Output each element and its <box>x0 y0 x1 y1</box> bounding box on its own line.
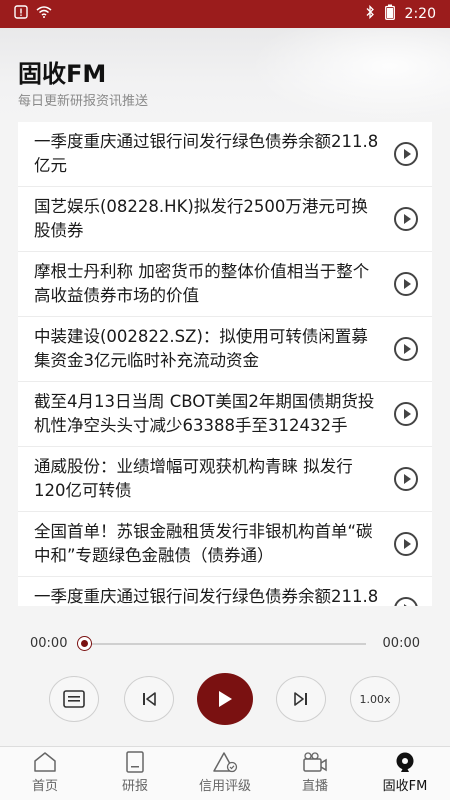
news-title: 截至4月13日当周 CBOT美国2年期国债期货投机性净空头头寸减少63388手至… <box>34 392 375 435</box>
radio-icon <box>396 752 414 772</box>
news-title: 国艺娱乐(08228.HK)拟发行2500万港元可换股债券 <box>34 197 368 240</box>
alert-icon <box>14 5 28 23</box>
next-button[interactable] <box>276 676 326 722</box>
camera-icon <box>303 752 327 772</box>
rating-icon <box>213 752 238 773</box>
news-title: 摩根士丹利称 加密货币的整体价值相当于整个高收益债券市场的价值 <box>34 262 370 305</box>
play-circle-icon[interactable] <box>394 272 418 296</box>
page-subtitle: 每日更新研报资讯推送 <box>18 94 149 109</box>
bottom-tab-bar: 首页 研报 信用评级 直播 固收FM <box>0 746 450 800</box>
news-title: 一季度重庆通过银行间发行绿色债券余额211.8亿元 <box>34 587 379 606</box>
play-circle-icon[interactable] <box>394 532 418 556</box>
news-item[interactable]: 通威股份：业绩增幅可观获机构青睐 拟发行120亿可转债 <box>18 447 432 512</box>
tab-live[interactable]: 直播 <box>270 747 360 800</box>
tab-fixed-income-fm[interactable]: 固收FM <box>360 747 450 800</box>
playback-speed-button[interactable]: 1.00x <box>350 676 400 722</box>
tab-home[interactable]: 首页 <box>0 747 90 800</box>
news-item[interactable]: 国艺娱乐(08228.HK)拟发行2500万港元可换股债券 <box>18 187 432 252</box>
play-button[interactable] <box>197 673 253 725</box>
tab-reports[interactable]: 研报 <box>90 747 180 800</box>
home-icon <box>34 752 56 772</box>
news-item[interactable]: 中装建设(002822.SZ)：拟使用可转债闲置募集资金3亿元临时补充流动资金 <box>18 317 432 382</box>
audio-player: 00:00 00:00 1.00x <box>0 606 450 746</box>
play-circle-icon[interactable] <box>394 402 418 426</box>
total-time: 00:00 <box>382 636 420 651</box>
skip-next-icon <box>294 692 307 706</box>
play-icon <box>219 691 232 707</box>
news-item[interactable]: 全国首单！苏银金融租赁发行非银机构首单“碳中和”专题绿色金融债（债券通） <box>18 512 432 577</box>
previous-button[interactable] <box>124 676 174 722</box>
tab-label: 直播 <box>301 779 328 794</box>
progress-thumb[interactable] <box>78 637 91 650</box>
clock: 2:20 <box>404 6 436 22</box>
news-title: 通威股份：业绩增幅可观获机构青睐 拟发行120亿可转债 <box>34 457 353 500</box>
playlist-icon <box>63 690 85 708</box>
page-title: 固收FM <box>18 60 107 88</box>
skip-previous-icon <box>143 692 156 706</box>
playlist-button[interactable] <box>49 676 99 722</box>
play-circle-icon[interactable] <box>394 142 418 166</box>
battery-icon <box>384 4 395 24</box>
current-time: 00:00 <box>30 636 68 651</box>
news-title: 一季度重庆通过银行间发行绿色债券余额211.8亿元 <box>34 132 379 175</box>
play-circle-icon[interactable] <box>394 207 418 231</box>
document-icon <box>126 751 144 773</box>
tab-label: 固收FM <box>382 779 428 794</box>
play-circle-icon[interactable] <box>394 467 418 491</box>
news-list[interactable]: 一季度重庆通过银行间发行绿色债券余额211.8亿元 国艺娱乐(08228.HK)拟… <box>18 122 432 606</box>
bluetooth-icon <box>365 4 375 23</box>
news-item[interactable]: 截至4月13日当周 CBOT美国2年期国债期货投机性净空头头寸减少63388手至… <box>18 382 432 447</box>
wifi-icon <box>36 6 52 22</box>
progress-track[interactable] <box>84 643 366 645</box>
news-item[interactable]: 一季度重庆通过银行间发行绿色债券余额211.8亿元 <box>18 122 432 187</box>
play-circle-icon[interactable] <box>394 597 418 606</box>
news-item[interactable]: 摩根士丹利称 加密货币的整体价值相当于整个高收益债券市场的价值 <box>18 252 432 317</box>
news-title: 全国首单！苏银金融租赁发行非银机构首单“碳中和”专题绿色金融债（债券通） <box>34 522 373 565</box>
tab-label: 首页 <box>31 779 58 794</box>
tab-credit-rating[interactable]: 信用评级 <box>180 747 270 800</box>
tab-label: 研报 <box>121 779 148 794</box>
news-title: 中装建设(002822.SZ)：拟使用可转债闲置募集资金3亿元临时补充流动资金 <box>34 327 368 370</box>
status-bar: 2:20 <box>0 0 450 28</box>
tab-label: 信用评级 <box>198 779 251 794</box>
play-circle-icon[interactable] <box>394 337 418 361</box>
news-item[interactable]: 一季度重庆通过银行间发行绿色债券余额211.8亿元 <box>18 577 432 606</box>
